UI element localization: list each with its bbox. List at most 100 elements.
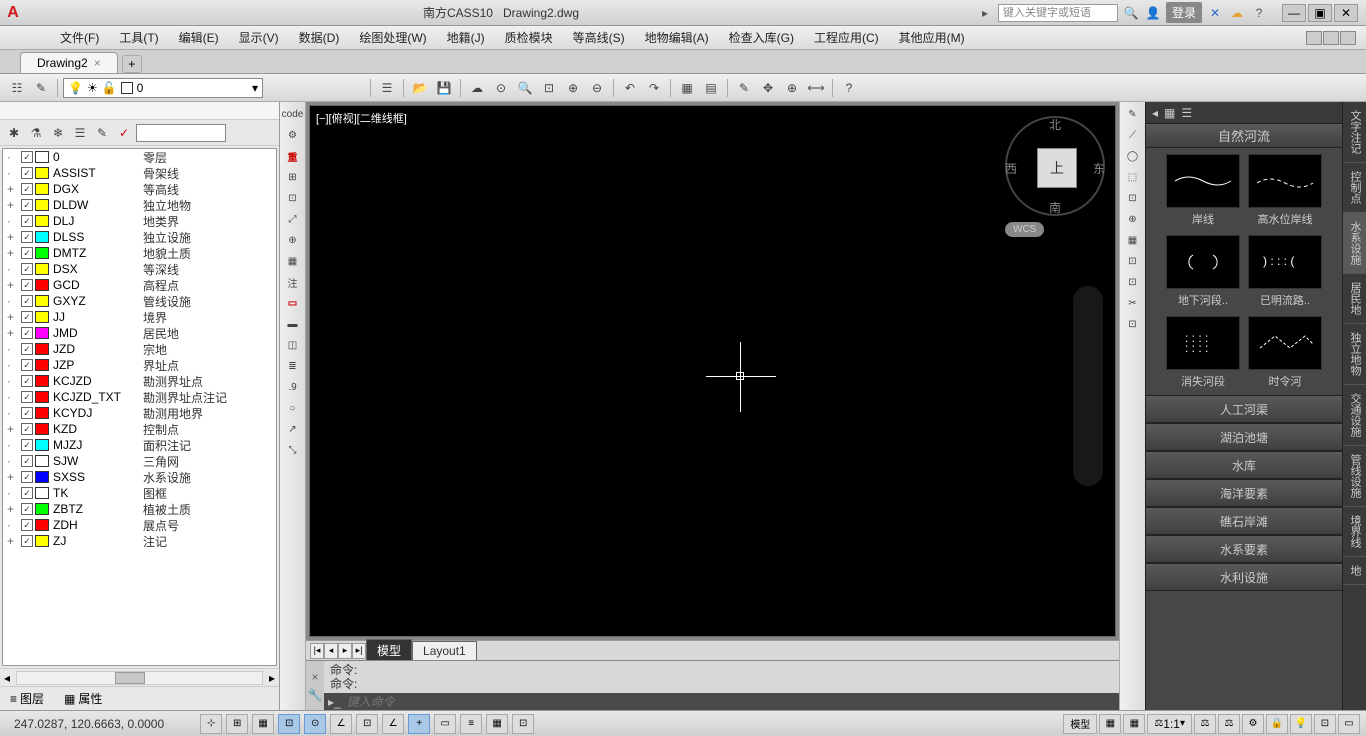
menu-绘图处理(W)[interactable]: 绘图处理(W) bbox=[349, 25, 436, 50]
tab-close-icon[interactable]: × bbox=[94, 56, 101, 70]
polar-tracking-button[interactable]: ⊙ bbox=[304, 714, 326, 734]
scroll-thumb[interactable] bbox=[115, 672, 145, 684]
layer-checkbox[interactable]: ✓ bbox=[21, 407, 33, 419]
layer-row[interactable]: · ✓ SJW 三角网 bbox=[3, 453, 276, 469]
vt-tool-13[interactable]: .9 bbox=[282, 377, 304, 397]
panel-menu-icon[interactable]: ◂ bbox=[1152, 106, 1158, 120]
layer-color-swatch[interactable] bbox=[35, 407, 49, 419]
symbol-item[interactable]: 岸线 bbox=[1166, 154, 1240, 227]
expand-icon[interactable]: · bbox=[7, 294, 19, 308]
object-snap-tracking-button[interactable]: ∠ bbox=[382, 714, 404, 734]
snap-mode-button[interactable]: ⊞ bbox=[226, 714, 248, 734]
maximize-button[interactable]: ▣ bbox=[1308, 4, 1332, 22]
layer-color-swatch[interactable] bbox=[35, 247, 49, 259]
symbol-item[interactable]: : : : :: : : : 消失河段 bbox=[1166, 316, 1240, 389]
close-button[interactable]: ✕ bbox=[1334, 4, 1358, 22]
layer-freeze-icon[interactable]: ❄ bbox=[48, 123, 68, 143]
close-cmd-icon[interactable]: × bbox=[311, 670, 318, 684]
expand-icon[interactable]: · bbox=[7, 150, 19, 164]
layer-color-swatch[interactable] bbox=[35, 487, 49, 499]
expand-icon[interactable]: · bbox=[7, 390, 19, 404]
zoom-previous-icon[interactable]: ⊖ bbox=[586, 77, 608, 99]
category-row[interactable]: 礁石岸滩 bbox=[1146, 507, 1342, 535]
layer-color-swatch[interactable] bbox=[35, 311, 49, 323]
chevron-down-icon[interactable]: ▾ bbox=[252, 81, 258, 95]
vt-tool-7[interactable]: ⊡ bbox=[1122, 251, 1144, 271]
doc-restore-button[interactable] bbox=[1323, 31, 1339, 45]
side-tab-控制点[interactable]: 控制点 bbox=[1343, 163, 1366, 213]
vt-tool-8[interactable]: 注 bbox=[282, 272, 304, 292]
side-tab-管线设施[interactable]: 管线设施 bbox=[1343, 446, 1366, 507]
layer-row[interactable]: + ✓ GCD 高程点 bbox=[3, 277, 276, 293]
side-tab-文字注记[interactable]: 文字注记 bbox=[1343, 102, 1366, 163]
drawing-viewport[interactable]: [−][俯视][二维线框] 北 南 东 西 上 WCS bbox=[309, 105, 1116, 637]
undo-icon[interactable]: ↶ bbox=[619, 77, 641, 99]
hardware-accel-button[interactable]: 💡 bbox=[1290, 714, 1312, 734]
layer-checkbox[interactable]: ✓ bbox=[21, 151, 33, 163]
category-row[interactable]: 水系要素 bbox=[1146, 535, 1342, 563]
quick-view-button[interactable]: ▦ bbox=[1123, 714, 1145, 734]
layer-color-swatch[interactable] bbox=[35, 503, 49, 515]
category-row[interactable]: 人工河渠 bbox=[1146, 395, 1342, 423]
expand-icon[interactable]: + bbox=[7, 198, 19, 212]
layer-row[interactable]: · ✓ ZDH 展点号 bbox=[3, 517, 276, 533]
first-tab-button[interactable]: |◂ bbox=[310, 643, 324, 659]
vt-tool-14[interactable]: ○ bbox=[282, 398, 304, 418]
expand-icon[interactable]: + bbox=[7, 310, 19, 324]
layer-filter-icon[interactable]: ⚗ bbox=[26, 123, 46, 143]
layer-checkbox[interactable]: ✓ bbox=[21, 439, 33, 451]
vt-tool-6[interactable]: ▦ bbox=[1122, 230, 1144, 250]
vt-tool-5[interactable]: ⊕ bbox=[1122, 209, 1144, 229]
vt-tool-15[interactable]: ↗ bbox=[282, 419, 304, 439]
layer-checkbox[interactable]: ✓ bbox=[21, 247, 33, 259]
query-icon[interactable]: ⊙ bbox=[490, 77, 512, 99]
infer-constraints-button[interactable]: ⊹ bbox=[200, 714, 222, 734]
expand-icon[interactable]: + bbox=[7, 502, 19, 516]
prev-tab-button[interactable]: ◂ bbox=[324, 643, 338, 659]
dynamic-input-button[interactable]: ▭ bbox=[434, 714, 456, 734]
object-snap-button[interactable]: ∠ bbox=[330, 714, 352, 734]
layer-list-icon[interactable]: ☰ bbox=[70, 123, 90, 143]
command-input[interactable] bbox=[347, 695, 1115, 709]
layer-color-swatch[interactable] bbox=[35, 151, 49, 163]
vt-tool-10[interactable]: ▬ bbox=[282, 314, 304, 334]
expand-icon[interactable]: · bbox=[7, 342, 19, 356]
vt-tool-7[interactable]: ▦ bbox=[282, 251, 304, 271]
vt-tool-16[interactable]: ⤡ bbox=[282, 440, 304, 460]
document-tab[interactable]: Drawing2 × bbox=[20, 52, 118, 73]
layer-tree[interactable]: · ✓ 0 零层· ✓ ASSIST 骨架线+ ✓ DGX 等高线+ ✓ DLD… bbox=[2, 148, 277, 666]
grid-display-button[interactable]: ▦ bbox=[252, 714, 274, 734]
menu-地籍(J)[interactable]: 地籍(J) bbox=[437, 25, 495, 50]
vt-tool-3[interactable]: ⬚ bbox=[1122, 167, 1144, 187]
expand-icon[interactable]: · bbox=[7, 214, 19, 228]
layout-grid-button[interactable]: ▦ bbox=[1099, 714, 1121, 734]
layer-combobox[interactable]: 💡 ☀ 🔓 0 ▾ bbox=[63, 78, 263, 98]
layer-color-swatch[interactable] bbox=[35, 359, 49, 371]
menu-地物编辑(A)[interactable]: 地物编辑(A) bbox=[635, 25, 719, 50]
layer-row[interactable]: + ✓ DMTZ 地貌土质 bbox=[3, 245, 276, 261]
vt-tool-4[interactable]: ⊡ bbox=[1122, 188, 1144, 208]
layer-color-swatch[interactable] bbox=[35, 391, 49, 403]
side-tab-交通设施[interactable]: 交通设施 bbox=[1343, 385, 1366, 446]
move-icon[interactable]: ✥ bbox=[757, 77, 779, 99]
menu-检查入库(G)[interactable]: 检查入库(G) bbox=[719, 25, 804, 50]
expand-icon[interactable]: · bbox=[7, 518, 19, 532]
edit-icon[interactable]: ✎ bbox=[733, 77, 755, 99]
view-cube[interactable]: 北 南 东 西 上 WCS bbox=[1005, 116, 1105, 246]
annotation-scale-button[interactable]: ⚖ 1:1 ▾ bbox=[1147, 714, 1192, 734]
vt-tool-9[interactable]: ✂ bbox=[1122, 293, 1144, 313]
annotation-visibility-button[interactable]: ⚖ bbox=[1194, 714, 1216, 734]
layer-color-swatch[interactable] bbox=[35, 439, 49, 451]
panel-list-icon[interactable]: ☰ bbox=[1181, 106, 1192, 120]
layer-row[interactable]: + ✓ SXSS 水系设施 bbox=[3, 469, 276, 485]
layer-match-icon[interactable]: ✎ bbox=[92, 123, 112, 143]
toolbar-lock-button[interactable]: 🔒 bbox=[1266, 714, 1288, 734]
ortho-mode-button[interactable]: ⊡ bbox=[278, 714, 300, 734]
properties-icon[interactable]: ☰ bbox=[376, 77, 398, 99]
layer-color-swatch[interactable] bbox=[35, 279, 49, 291]
layer-color-swatch[interactable] bbox=[35, 327, 49, 339]
layer-row[interactable]: · ✓ MJZJ 面积注记 bbox=[3, 437, 276, 453]
menu-文件(F)[interactable]: 文件(F) bbox=[50, 25, 109, 50]
layer-checkbox[interactable]: ✓ bbox=[21, 215, 33, 227]
layer-color-swatch[interactable] bbox=[35, 167, 49, 179]
